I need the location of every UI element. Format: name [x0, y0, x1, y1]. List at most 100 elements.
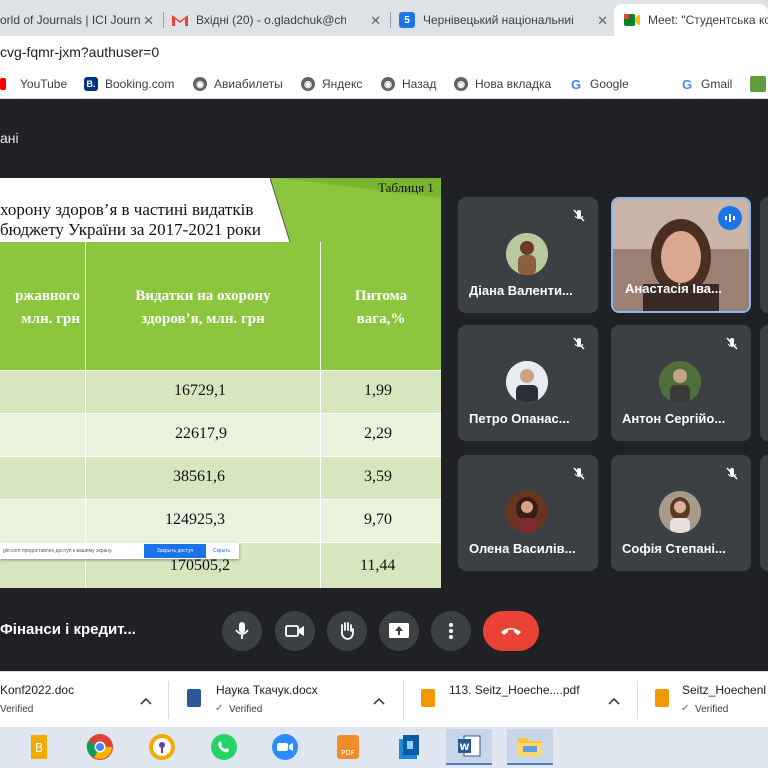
globe-icon: ◉: [301, 77, 315, 91]
url-text[interactable]: cvg-fqmr-jxm?authuser=0: [0, 44, 159, 60]
bookmark-nazad[interactable]: ◉ Назад: [381, 76, 436, 92]
table-label: Таблиця 1: [378, 180, 434, 195]
table-row: 124925,3 9,70: [0, 499, 441, 542]
bookmark-label: Авиабилеты: [214, 77, 283, 91]
globe-icon: ◉: [381, 77, 395, 91]
svg-text:W: W: [460, 743, 470, 753]
download-item[interactable]: Konf2022.doc Verified: [0, 677, 165, 721]
google-icon: G: [681, 76, 693, 92]
close-icon[interactable]: ✕: [143, 13, 154, 29]
download-filename: 113. Seitz_Hoeche....pdf: [449, 683, 580, 697]
participant-tile[interactable]: Діана Валенти...: [458, 197, 598, 313]
pdf-app-icon[interactable]: PDF: [332, 731, 364, 763]
chevron-up-icon[interactable]: [373, 692, 385, 710]
column-header-share: Питома вага,%: [321, 285, 441, 331]
table-row: 22617,9 2,29: [0, 413, 441, 456]
download-item[interactable]: Наука Ткачук.docx ✓ Verified: [185, 677, 400, 721]
speaking-indicator-icon: [718, 206, 742, 230]
microphone-icon: [235, 622, 249, 639]
participant-tile-partial[interactable]: [760, 455, 768, 571]
tab-ici-journals[interactable]: orld of Journals | ICI Journ ✕: [0, 4, 162, 36]
mic-off-icon: [569, 206, 589, 226]
chevron-up-icon[interactable]: [140, 692, 152, 710]
header-line: вага,%: [356, 311, 406, 327]
bookmark-booking[interactable]: B. Booking.com: [84, 76, 174, 92]
download-status: Verified: [0, 704, 34, 715]
google-icon: G: [570, 76, 582, 92]
bookmark-yandex[interactable]: ◉ Яндекс: [301, 76, 362, 92]
notice-text: gle.com предоставлен доступ к вашему экр…: [3, 548, 113, 554]
svg-text:PDF: PDF: [341, 749, 355, 757]
word-document-icon: [187, 689, 201, 707]
file-explorer-icon[interactable]: [507, 729, 553, 765]
participant-tile-speaking[interactable]: Анастасія Іва...: [611, 197, 751, 313]
bookmark-label: Яндекс: [322, 77, 363, 91]
chevron-up-icon[interactable]: [608, 692, 620, 710]
bookmark-youtube[interactable]: YouTube: [0, 76, 67, 92]
pdf-file-icon: [421, 689, 435, 707]
participant-tile[interactable]: Софія Степані...: [611, 455, 751, 571]
more-options-button[interactable]: [431, 611, 471, 651]
bookmark-google[interactable]: G Google: [569, 76, 629, 92]
check-icon: ✓: [215, 703, 224, 714]
download-separator: [168, 681, 169, 719]
hide-notice-link[interactable]: Скрыть: [213, 548, 230, 554]
presentation-slide: Таблиця 1 хорону здоров’я в частині вида…: [0, 178, 441, 588]
tab-meet[interactable]: Meet: "Студентська ко: [614, 4, 768, 36]
stop-sharing-button[interactable]: Закрыть доступ: [144, 544, 206, 558]
avatar: [659, 491, 701, 533]
download-filename: Наука Ткачук.docx: [216, 683, 318, 697]
password-manager-icon[interactable]: [146, 731, 178, 763]
tab-gmail[interactable]: Вхідні (20) - o.gladchuk@chnu ✕: [164, 4, 389, 36]
bookmark-aviabilety[interactable]: ◉ Авиабилеты: [193, 76, 283, 92]
bookmark-gmail[interactable]: G Gmail: [680, 76, 732, 92]
bookmark-new-tab[interactable]: ◉ Нова вкладка: [454, 76, 551, 92]
download-item[interactable]: 113. Seitz_Hoeche....pdf: [419, 677, 634, 721]
participant-tile[interactable]: Петро Опанас...: [458, 325, 598, 441]
close-icon[interactable]: ✕: [597, 13, 608, 29]
header-line: здоров’я, млн. грн: [141, 311, 265, 327]
share-cell: 3,59: [364, 468, 392, 485]
participant-tile-partial[interactable]: [760, 325, 768, 441]
camera-button[interactable]: [275, 611, 315, 651]
camera-icon: [285, 625, 304, 637]
avatar: [506, 361, 548, 403]
chrome-icon[interactable]: [84, 731, 116, 763]
header-line: Видатки на охорону: [135, 288, 271, 304]
column-divider: [320, 242, 321, 588]
bookmark-label: Нова вкладка: [475, 77, 552, 91]
participant-tile[interactable]: Олена Василів...: [458, 455, 598, 571]
app-icon[interactable]: B: [23, 731, 55, 763]
share-cell: 11,44: [360, 557, 396, 574]
participant-name: Олена Василів...: [469, 541, 576, 556]
slide-title-line2: бюджету України за 2017-2021 роки: [0, 220, 261, 239]
bookmark-label: Booking.com: [105, 77, 175, 91]
share-cell: 2,29: [364, 425, 392, 442]
avatar: [506, 233, 548, 275]
header-line: ржавного: [15, 288, 80, 304]
word-app-icon[interactable]: W: [446, 729, 492, 765]
bookmark-label: Google: [590, 77, 629, 91]
hang-up-icon: [501, 628, 521, 635]
tab-university[interactable]: 5 Чернівецький національний ✕: [391, 4, 616, 36]
participant-name: Антон Сергійо...: [622, 411, 726, 426]
participant-tile[interactable]: Антон Сергійо...: [611, 325, 751, 441]
close-icon[interactable]: ✕: [370, 13, 381, 29]
header-line: млн. грн: [21, 311, 80, 327]
whatsapp-icon[interactable]: [208, 731, 240, 763]
participant-name: Петро Опанас...: [469, 411, 570, 426]
download-filename: Konf2022.doc: [0, 683, 75, 697]
participant-tile-partial[interactable]: [760, 197, 768, 313]
zoom-icon[interactable]: [269, 731, 301, 763]
tab-title: Вхідні (20) - o.gladchuk@chnu: [196, 13, 346, 27]
raise-hand-button[interactable]: [327, 611, 367, 651]
archive-app-icon[interactable]: [393, 731, 425, 763]
mic-off-icon: [569, 464, 589, 484]
download-item[interactable]: Seitz_Hoechenl ✓ Verified: [653, 677, 768, 721]
present-screen-icon: [389, 623, 409, 638]
present-button[interactable]: [379, 611, 419, 651]
globe-icon: ◉: [193, 77, 207, 91]
apps-icon[interactable]: [750, 76, 766, 92]
leave-call-button[interactable]: [483, 611, 539, 651]
microphone-button[interactable]: [222, 611, 262, 651]
